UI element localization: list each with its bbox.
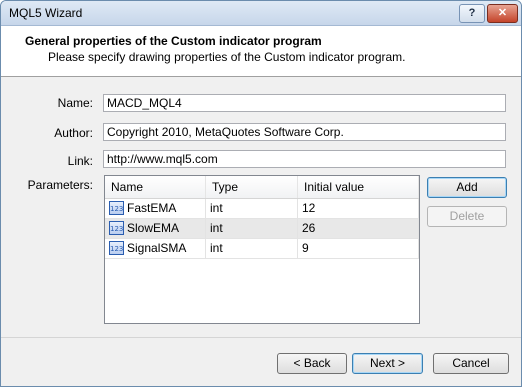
table-row[interactable]: 123 SlowEMA int 26 bbox=[105, 219, 419, 239]
author-input[interactable] bbox=[103, 123, 506, 141]
add-button[interactable]: Add bbox=[427, 177, 507, 198]
param-value[interactable]: 9 bbox=[298, 239, 419, 258]
footer-divider bbox=[1, 337, 521, 338]
close-button[interactable]: ✕ bbox=[487, 4, 518, 23]
integer-param-icon: 123 bbox=[109, 201, 124, 215]
table-row[interactable]: 123 SignalSMA int 9 bbox=[105, 239, 419, 259]
delete-button[interactable]: Delete bbox=[427, 206, 507, 227]
parameters-label: Parameters: bbox=[27, 178, 93, 192]
parameters-grid[interactable]: Name Type Initial value 123 FastEMA int … bbox=[104, 175, 420, 324]
help-button[interactable]: ? bbox=[459, 4, 485, 23]
grid-header: Name Type Initial value bbox=[105, 176, 419, 199]
column-header-type[interactable]: Type bbox=[206, 176, 298, 198]
wizard-window: MQL5 Wizard ? ✕ General properties of th… bbox=[0, 0, 522, 387]
link-input[interactable] bbox=[103, 150, 506, 168]
name-label: Name: bbox=[57, 96, 93, 110]
cancel-button[interactable]: Cancel bbox=[433, 353, 509, 374]
name-input[interactable] bbox=[103, 94, 506, 112]
back-button[interactable]: < Back bbox=[277, 353, 347, 374]
wizard-header: General properties of the Custom indicat… bbox=[1, 26, 521, 77]
integer-param-icon: 123 bbox=[109, 221, 124, 235]
title-bar[interactable]: MQL5 Wizard ? ✕ bbox=[1, 1, 521, 26]
param-type: int bbox=[206, 199, 298, 218]
param-value[interactable]: 12 bbox=[298, 199, 419, 218]
table-row[interactable]: 123 FastEMA int 12 bbox=[105, 199, 419, 219]
page-title: General properties of the Custom indicat… bbox=[25, 34, 322, 48]
page-subtitle: Please specify drawing properties of the… bbox=[48, 50, 406, 64]
param-name: SignalSMA bbox=[127, 241, 187, 255]
next-button[interactable]: Next > bbox=[352, 353, 423, 374]
window-title: MQL5 Wizard bbox=[9, 6, 83, 20]
link-label: Link: bbox=[67, 154, 93, 168]
author-label: Author: bbox=[54, 126, 93, 140]
integer-param-icon: 123 bbox=[109, 241, 124, 255]
param-name: FastEMA bbox=[127, 201, 177, 215]
param-name: SlowEMA bbox=[127, 221, 180, 235]
param-type: int bbox=[206, 239, 298, 258]
param-value[interactable]: 26 bbox=[298, 219, 419, 238]
param-type: int bbox=[206, 219, 298, 238]
column-header-initial-value[interactable]: Initial value bbox=[298, 176, 419, 198]
column-header-name[interactable]: Name bbox=[105, 176, 206, 198]
